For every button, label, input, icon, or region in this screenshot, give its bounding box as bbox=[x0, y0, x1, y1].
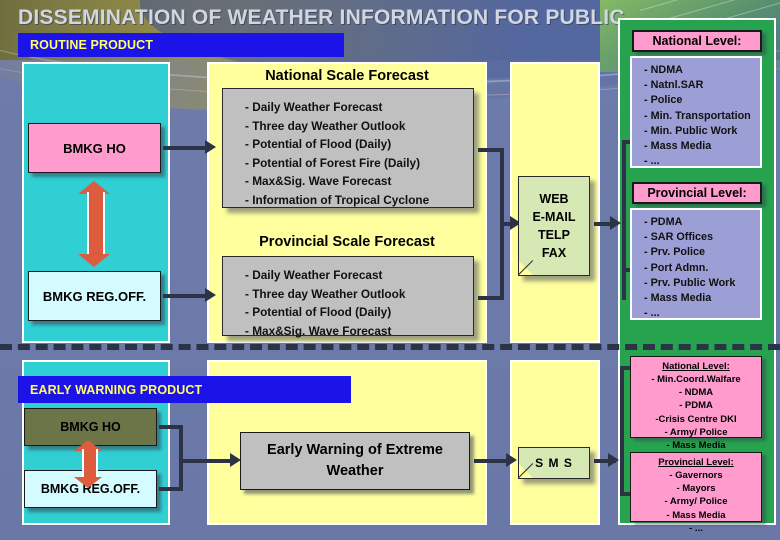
box-bmkg-regional-office-routine[interactable]: BMKG REG.OFF. bbox=[28, 271, 161, 321]
list-item: - Min. Public Work bbox=[644, 124, 738, 137]
channel-label: TELP bbox=[538, 228, 570, 242]
list-item: - Port Admn. bbox=[644, 261, 709, 274]
list-item: - Potential of Forest Fire (Daily) bbox=[245, 155, 421, 170]
channel-label: S M S bbox=[535, 456, 573, 470]
header-provincial-level-routine: Provincial Level: bbox=[632, 182, 762, 204]
list-item: - Natnl.SAR bbox=[644, 79, 704, 92]
list-item: - Max&Sig. Wave Forecast bbox=[245, 323, 392, 338]
list-national-level-routine: - NDMA - Natnl.SAR - Police - Min. Trans… bbox=[630, 56, 762, 168]
connector-recipients-spine-early bbox=[620, 366, 624, 496]
arrowhead-to-sms bbox=[506, 453, 517, 467]
box-bmkg-ho-routine[interactable]: BMKG HO bbox=[28, 123, 161, 173]
channel-label: FAX bbox=[541, 246, 567, 260]
arrowhead-sms-to-recipients bbox=[608, 453, 619, 467]
list-item: - Army/ Police bbox=[664, 496, 728, 508]
list-item: - ... bbox=[644, 155, 660, 168]
list-item: - Three day Weather Outlook bbox=[245, 118, 406, 133]
channel-label: WEB bbox=[539, 192, 569, 206]
list-item: - Mass Media bbox=[666, 440, 726, 452]
list-item: - ... bbox=[644, 307, 660, 320]
list-item: - NDMA bbox=[678, 387, 714, 399]
panel-early-channels bbox=[510, 360, 600, 525]
caption-provincial-scale-forecast: Provincial Scale Forecast bbox=[259, 234, 435, 250]
list-item: - Min.Coord.Walfare bbox=[651, 374, 741, 385]
card-national-scale-forecast: - Daily Weather Forecast - Three day Wea… bbox=[222, 88, 474, 208]
connector-recipients-spine-routine bbox=[622, 140, 626, 300]
box-early-warning-of-extreme-weather[interactable]: Early Warning of Extreme Weather bbox=[240, 432, 470, 490]
card-title: Provincial Level: bbox=[658, 457, 734, 468]
card-provincial-level-early: Provincial Level: - Gavernors - Mayors -… bbox=[630, 452, 762, 534]
list-item: - Prv. Public Work bbox=[644, 276, 736, 289]
slide-canvas: DISSEMINATION OF WEATHER INFORMATION FOR… bbox=[0, 0, 780, 540]
connector-warning-to-sms bbox=[474, 459, 510, 463]
list-provincial-level-routine: - PDMA - SAR Offices - Prv. Police - Por… bbox=[630, 208, 762, 320]
channel-label: E-MAIL bbox=[532, 210, 576, 224]
connector-reg-to-provincial bbox=[163, 294, 211, 298]
arrowhead-web-to-recipients bbox=[610, 216, 621, 230]
connector-ho-to-national bbox=[163, 146, 211, 150]
list-item: - Army/ Police bbox=[664, 426, 728, 438]
list-item: - Mayors bbox=[676, 483, 716, 495]
list-item: - NDMA bbox=[644, 64, 683, 76]
list-item: - Mass Media bbox=[644, 292, 712, 305]
list-item: - SAR Offices bbox=[644, 231, 713, 244]
list-item: - PDMA bbox=[679, 400, 713, 412]
connector-bracket-early bbox=[179, 425, 183, 491]
section-divider bbox=[0, 344, 780, 350]
card-national-level-early: National Level: - Min.Coord.Walfare - ND… bbox=[630, 356, 762, 464]
arrowhead-ho-to-national bbox=[205, 140, 216, 154]
caption-national-scale-forecast: National Scale Forecast bbox=[265, 68, 429, 84]
list-item: - ... bbox=[689, 522, 703, 534]
list-item: - Potential of Flood (Daily) bbox=[245, 305, 392, 319]
card-provincial-scale-forecast: - Daily Weather Forecast - Three day Wea… bbox=[222, 256, 474, 338]
list-item: - Police bbox=[644, 94, 683, 107]
list-item: - Mass Media bbox=[644, 140, 712, 153]
list-item: - PDMA bbox=[644, 216, 683, 228]
list-item: -Crisis Centre DKI bbox=[655, 413, 737, 425]
card-title: National Level: bbox=[662, 361, 730, 372]
list-item: - Gavernors bbox=[669, 470, 723, 481]
list-item: - Three day Weather Outlook bbox=[245, 286, 406, 301]
list-item: - Daily Weather Forecast bbox=[245, 268, 383, 282]
banner-routine-product: ROUTINE PRODUCT bbox=[18, 33, 344, 57]
list-item: - Mass Media bbox=[666, 509, 726, 521]
list-item: - Prv. Police bbox=[644, 246, 706, 259]
arrowhead-reg-to-provincial bbox=[205, 288, 216, 302]
list-item: - Daily Weather Forecast bbox=[245, 100, 383, 114]
box-channel-web-email-telp-fax[interactable]: WEB E-MAIL TELP FAX bbox=[518, 176, 590, 276]
list-item: - Information of Tropical Cyclone bbox=[245, 192, 430, 207]
box-channel-sms[interactable]: S M S bbox=[518, 447, 590, 479]
connector-bracket-to-warning bbox=[179, 459, 234, 463]
list-item: - Potential of Flood (Daily) bbox=[245, 137, 392, 151]
header-national-level-routine: National Level: bbox=[632, 30, 762, 52]
list-item: - Max&Sig. Wave Forecast bbox=[245, 174, 392, 188]
banner-early-warning-product: EARLY WARNING PRODUCT bbox=[18, 376, 351, 403]
list-item: - Min. Transportation bbox=[644, 109, 751, 122]
